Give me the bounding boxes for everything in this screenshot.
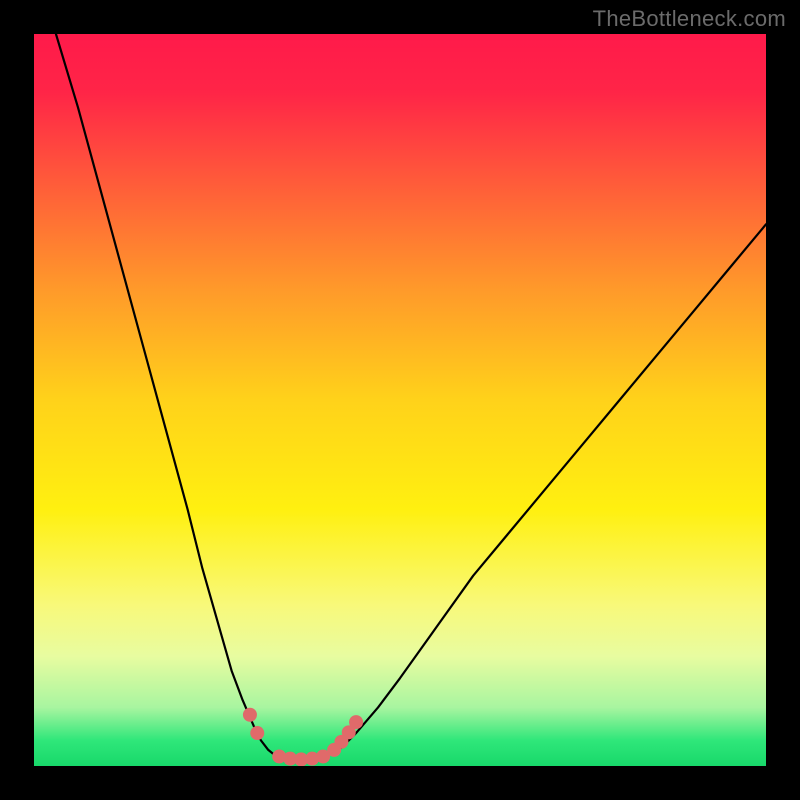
highlight-dot — [250, 726, 264, 740]
highlight-dot — [349, 715, 363, 729]
watermark-label: TheBottleneck.com — [593, 6, 786, 32]
chart-svg — [34, 34, 766, 766]
highlight-dot — [243, 708, 257, 722]
plot-area — [34, 34, 766, 766]
gradient-background — [34, 34, 766, 766]
chart-frame: TheBottleneck.com — [0, 0, 800, 800]
